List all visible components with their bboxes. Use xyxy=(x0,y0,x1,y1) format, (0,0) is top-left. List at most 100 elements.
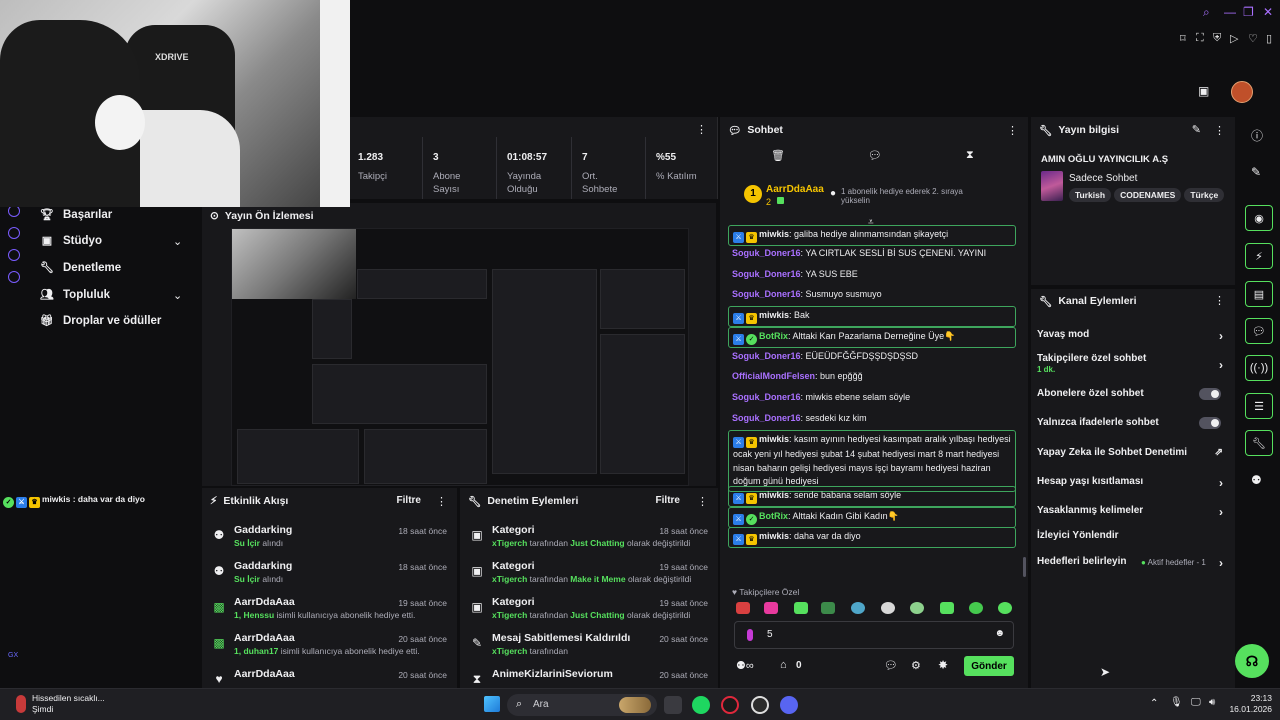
nav-item-achievements[interactable]: 🏆︎ Başarılar xyxy=(40,208,112,222)
chat-settings-icon[interactable]: 💬︎ xyxy=(868,149,882,162)
actions-menu-icon[interactable]: ⋮ xyxy=(1214,294,1225,307)
list-item[interactable]: ⚉ Gaddarking 18 saat önce Su İçir alındı xyxy=(212,524,449,558)
monitor-icon[interactable]: 🖵︎ xyxy=(1191,697,1201,708)
close-icon[interactable]: ✕ xyxy=(1263,5,1273,19)
emote-item[interactable] xyxy=(969,602,983,614)
chevron-down-icon[interactable]: ⌄ xyxy=(173,289,182,302)
play-icon[interactable]: ▷ xyxy=(1230,32,1238,45)
filter-button[interactable]: Filtre xyxy=(656,495,680,506)
tag[interactable]: CODENAMES xyxy=(1114,188,1182,202)
list-item[interactable]: ⚉ Gaddarking 18 saat önce Su İçir alındı xyxy=(212,560,449,594)
chat-username[interactable]: Soguk_Doner16 xyxy=(732,269,801,279)
windows-start-icon[interactable] xyxy=(484,696,500,712)
emote-item[interactable] xyxy=(881,602,895,614)
list-item[interactable]: ♥ AarrDdaAaa 20 saat önce xyxy=(212,668,449,686)
action-account-age[interactable]: Hesap yaşı kısıtlaması › xyxy=(1037,476,1227,490)
edit-icon[interactable]: ✎ xyxy=(1251,165,1261,179)
search-icon[interactable]: ⌕ xyxy=(1203,5,1210,20)
help-button[interactable]: ☊ xyxy=(1235,644,1269,678)
emote-item[interactable] xyxy=(736,602,750,614)
list-item[interactable]: ✎ Mesaj Sabitlemesi Kaldırıldı 20 saat ö… xyxy=(470,632,710,666)
chat-scrollbar[interactable] xyxy=(1023,557,1026,577)
tag[interactable]: Türkçe xyxy=(1184,188,1225,202)
chat-input[interactable]: 5 ☻ xyxy=(734,621,1014,649)
action-followers-only[interactable]: Takipçilere özel sohbet › 1 dk. xyxy=(1037,353,1227,374)
heart-icon[interactable]: ♡ xyxy=(1248,32,1258,45)
action-ai-moderation[interactable]: Yapay Zeka ile Sohbet Denetimi ⇗ xyxy=(1037,447,1227,458)
shield-icon[interactable]: ⛨ xyxy=(1213,32,1221,45)
action-slow-mode[interactable]: Yavaş mod › xyxy=(1037,329,1227,343)
chat-message[interactable]: ⚔ ✓ BotRix: Alttaki Karı Pazarlama Derneği… xyxy=(728,327,1016,348)
emote-item[interactable] xyxy=(940,602,954,614)
points-icon[interactable]: ⚉ xyxy=(1251,473,1262,487)
chat-message[interactable]: ⚔ ♛ miwkis: galiba hediye alınmamsından şi… xyxy=(728,225,1016,246)
send-button[interactable]: Gönder xyxy=(964,656,1014,676)
chat-username[interactable]: OfficialMondFelsen xyxy=(732,371,815,381)
minimize-icon[interactable]: — xyxy=(1224,5,1236,19)
chat-message[interactable]: ⚔ ✓ BotRix: Alttaki Kadın Gibi Kadın👇 xyxy=(728,507,1016,528)
edit-icon[interactable]: ✎ xyxy=(1192,123,1201,136)
action-raid[interactable]: İzleyici Yönlendir xyxy=(1037,530,1227,541)
nav-item-community[interactable]: 👥︎ Topluluk xyxy=(40,288,110,302)
channel-points-icon[interactable]: ⚉∞ xyxy=(736,659,754,672)
chat-message[interactable]: Soguk_Doner16: YA SUS EBE xyxy=(728,266,1016,284)
emoji-icon[interactable]: ☻ xyxy=(994,628,1005,639)
chat-username[interactable]: miwkis xyxy=(759,490,789,500)
chat-username[interactable]: Soguk_Doner16 xyxy=(732,248,801,258)
chat-username[interactable]: miwkis xyxy=(759,531,789,541)
microphone-icon[interactable]: 🎙︎ xyxy=(1170,697,1183,708)
sidebar-icon[interactable]: ▯ xyxy=(1266,32,1272,45)
nav-item-drops[interactable]: 🎁︎ Droplar ve ödüller xyxy=(40,314,161,328)
toggle-switch[interactable] xyxy=(1199,388,1221,400)
hourglass-icon[interactable]: ⧗ xyxy=(966,149,974,162)
chat-username[interactable]: miwkis xyxy=(759,310,789,320)
bookmark-icon[interactable]: ⌑ xyxy=(1180,32,1186,45)
crop-icon[interactable]: ⛶ xyxy=(1196,32,1204,45)
category-thumbnail[interactable] xyxy=(1041,171,1063,201)
chat-message[interactable]: ⚔ ♛ miwkis: daha var da diyo xyxy=(728,527,1016,548)
action-banned-words[interactable]: Yasaklanmış kelimeler › xyxy=(1037,505,1227,519)
info-icon[interactable]: ⓘ xyxy=(1251,127,1263,144)
rail-clock-icon[interactable] xyxy=(8,227,20,239)
gift-leaderboard[interactable]: 1 AarrDdaAaa 2 ● 1 abonelik hediye edere… xyxy=(720,175,1028,215)
spotify-icon[interactable] xyxy=(692,696,710,714)
nav-item-studio[interactable]: ▣ Stüdyo xyxy=(40,234,102,248)
gift-box-icon[interactable]: ▣ xyxy=(1198,84,1209,98)
obs-icon[interactable] xyxy=(751,696,769,714)
list-item[interactable]: ▣ Kategori 19 saat önce xTigerch tarafın… xyxy=(470,560,710,594)
microphone-icon[interactable] xyxy=(747,629,753,641)
mod-menu-icon[interactable]: ⋮ xyxy=(697,495,708,508)
action-emote-only[interactable]: Yalnızca ifadelerle sohbet xyxy=(1037,417,1227,429)
chevron-down-icon[interactable]: ⌄ xyxy=(173,235,182,248)
restore-icon[interactable]: ❐ xyxy=(1243,5,1254,19)
speaker-icon[interactable]: 🔊︎ xyxy=(1209,697,1215,708)
action-subscribers-only[interactable]: Abonelere özel sohbet xyxy=(1037,388,1227,400)
rail-button-chat[interactable]: 💬︎ xyxy=(1245,318,1273,344)
feed-menu-icon[interactable]: ⋮ xyxy=(436,495,447,508)
chat-message[interactable]: OfficialMondFelsen: bun epğğğ xyxy=(728,368,1016,386)
list-item[interactable]: ▩ AarrDdaAaa 19 saat önce 1, Henssu isim… xyxy=(212,596,449,630)
chat-username[interactable]: Soguk_Doner16 xyxy=(732,289,801,299)
taskbar-search[interactable]: ⌕ Ara xyxy=(507,694,657,716)
chat-message[interactable]: ⚔ ♛ miwkis: kasım ayının hediyesi kasımpat… xyxy=(728,430,1016,492)
rail-button-notes[interactable]: ▤ xyxy=(1245,281,1273,307)
discord-icon[interactable] xyxy=(780,696,798,714)
task-view-icon[interactable] xyxy=(664,696,682,714)
chat-message[interactable]: Soguk_Doner16: EÜEÜDFĞĞFDŞŞDŞDŞSD xyxy=(728,348,1016,366)
list-item[interactable]: ⧗ AnimeKizlariniSeviorum 20 saat önce xyxy=(470,668,710,686)
action-goals[interactable]: Hedefleri belirleyin ● Aktif hedefler - … xyxy=(1037,556,1227,570)
chat-username[interactable]: miwkis xyxy=(759,229,789,239)
rail-settings-icon[interactable] xyxy=(8,249,20,261)
emote-item[interactable] xyxy=(794,602,808,614)
chat-message[interactable]: ⚔ ♛ miwkis: sende babana selam söyle xyxy=(728,486,1016,507)
chat-menu-icon[interactable]: ⋮ xyxy=(1007,124,1018,137)
rail-gear-icon[interactable] xyxy=(8,271,20,283)
store-icon[interactable]: ⌂ xyxy=(780,659,787,671)
chat-username[interactable]: BotRix xyxy=(759,511,788,521)
filter-button[interactable]: Filtre xyxy=(397,495,421,506)
list-item[interactable]: ▩ AarrDdaAaa 20 saat önce 1, duhan17 isi… xyxy=(212,632,449,666)
tag[interactable]: Turkish xyxy=(1069,188,1112,202)
clock[interactable]: 23:13 16.01.2026 xyxy=(1229,693,1272,715)
stats-menu-icon[interactable]: ⋮ xyxy=(696,123,707,136)
list-item[interactable]: ▣ Kategori 18 saat önce xTigerch tarafın… xyxy=(470,524,710,558)
